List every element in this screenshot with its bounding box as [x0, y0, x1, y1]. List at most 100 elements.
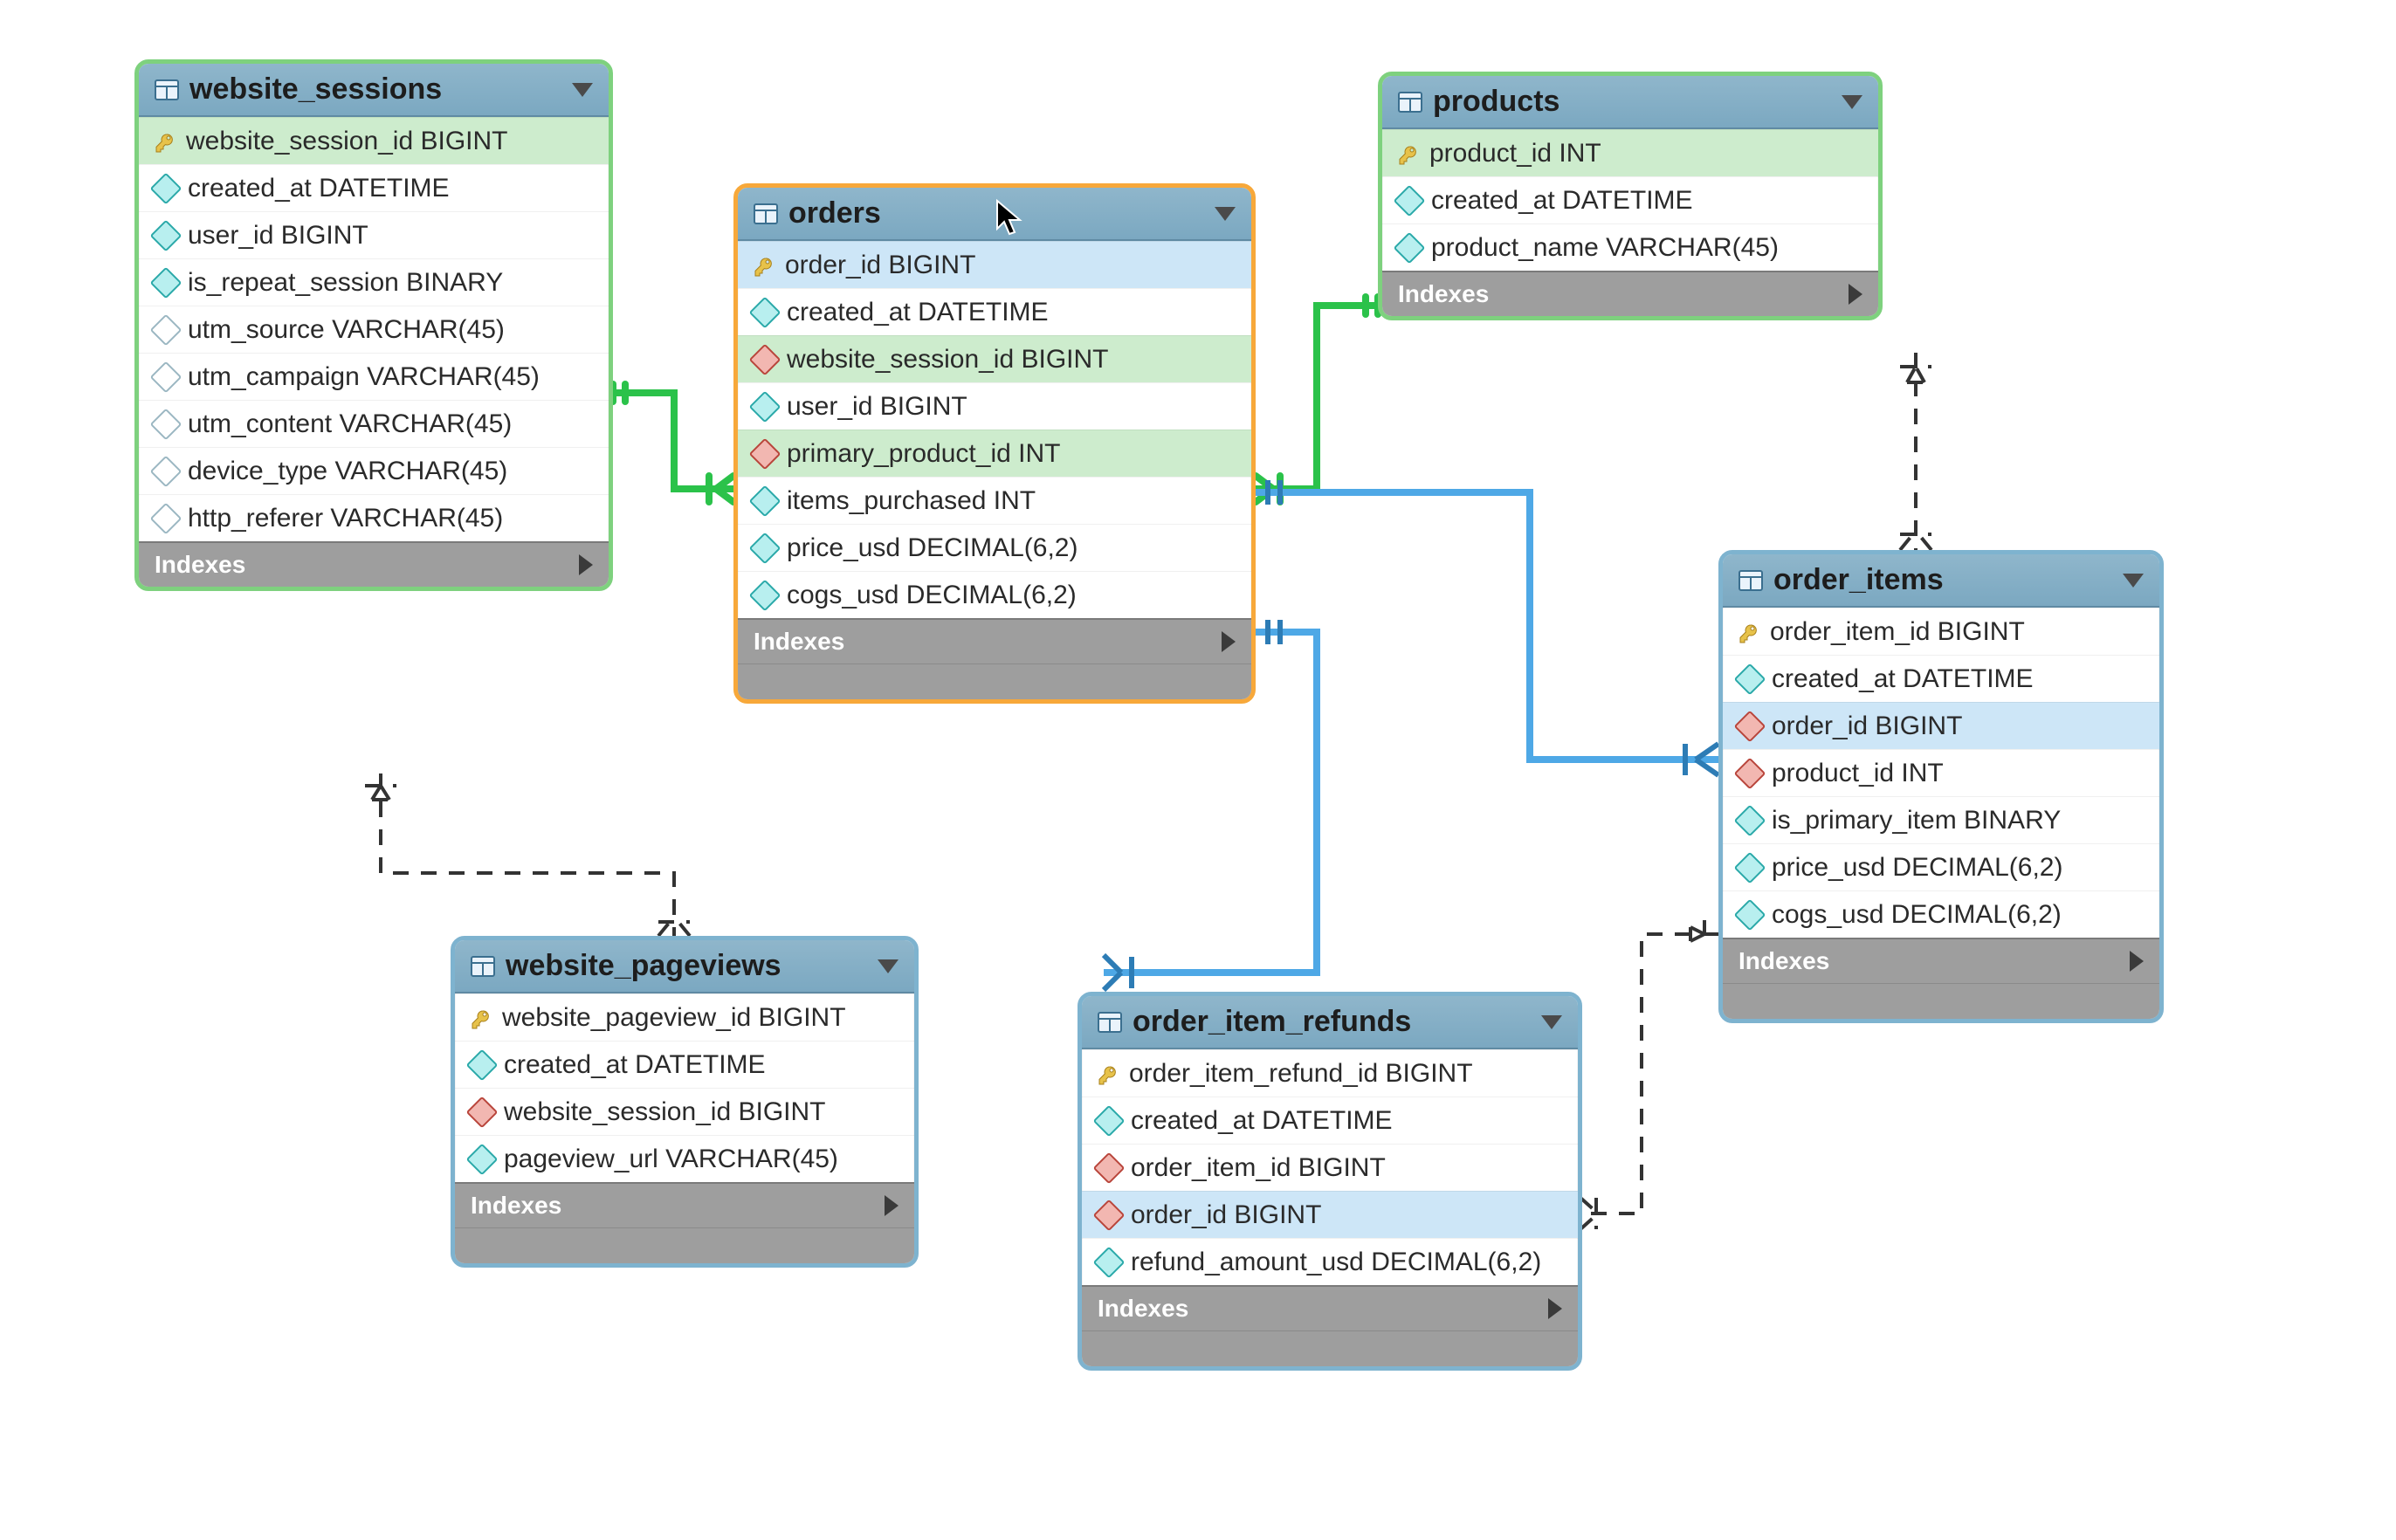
column-row[interactable]: order_item_refund_id BIGINT — [1082, 1049, 1578, 1097]
erd-canvas[interactable]: website_sessions website_session_id BIGI… — [0, 0, 2396, 1540]
columns-list: product_id INT created_at DATETIMEproduct… — [1382, 129, 1878, 271]
entity-website-pageviews[interactable]: website_pageviews website_pageview_id BI… — [451, 936, 919, 1268]
column-row[interactable]: price_usd DECIMAL(6,2) — [738, 524, 1251, 571]
column-row[interactable]: primary_product_id INT — [738, 430, 1251, 477]
indexes-section[interactable]: Indexes — [455, 1182, 914, 1227]
expand-icon[interactable] — [579, 554, 593, 575]
collapse-icon[interactable] — [1842, 95, 1862, 109]
column-row[interactable]: created_at DATETIME — [1723, 655, 2159, 702]
column-row[interactable]: created_at DATETIME — [738, 288, 1251, 335]
column-label: product_id INT — [1772, 759, 1944, 788]
entity-header[interactable]: website_pageviews — [455, 940, 914, 993]
expand-icon[interactable] — [885, 1195, 898, 1216]
entity-footer-pad — [1723, 983, 2159, 1019]
indexes-section[interactable]: Indexes — [1723, 938, 2159, 983]
indexes-label: Indexes — [754, 628, 844, 656]
entity-title: order_items — [1773, 563, 2112, 597]
entity-header[interactable]: orders — [738, 188, 1251, 241]
column-row[interactable]: created_at DATETIME — [455, 1041, 914, 1088]
expand-icon[interactable] — [2130, 951, 2144, 972]
column-row[interactable]: order_item_id BIGINT — [1723, 608, 2159, 655]
column-row[interactable]: order_id BIGINT — [1723, 702, 2159, 749]
entity-website-sessions[interactable]: website_sessions website_session_id BIGI… — [134, 59, 613, 591]
column-row[interactable]: product_id INT — [1382, 129, 1878, 176]
column-row[interactable]: website_session_id BIGINT — [139, 117, 609, 164]
expand-icon[interactable] — [1849, 284, 1862, 305]
column-row[interactable]: order_id BIGINT — [1082, 1191, 1578, 1238]
column-row[interactable]: created_at DATETIME — [1382, 176, 1878, 223]
column-row[interactable]: items_purchased INT — [738, 477, 1251, 524]
indexes-label: Indexes — [1098, 1295, 1188, 1323]
indexes-section[interactable]: Indexes — [1382, 271, 1878, 316]
entity-footer-pad — [455, 1227, 914, 1263]
indexes-section[interactable]: Indexes — [738, 618, 1251, 663]
indexes-section[interactable]: Indexes — [1082, 1285, 1578, 1330]
column-row[interactable]: utm_campaign VARCHAR(45) — [139, 353, 609, 400]
column-row[interactable]: http_referer VARCHAR(45) — [139, 494, 609, 541]
column-label: price_usd DECIMAL(6,2) — [1772, 853, 2062, 883]
column-icon — [150, 266, 182, 299]
entity-products[interactable]: products product_id INT created_at DATETI… — [1378, 72, 1883, 320]
rel-orderitems-refunds — [1580, 934, 1718, 1213]
column-row[interactable]: created_at DATETIME — [1082, 1097, 1578, 1144]
indexes-label: Indexes — [155, 551, 245, 579]
column-row[interactable]: order_id BIGINT — [738, 241, 1251, 288]
table-icon — [754, 203, 778, 224]
entity-order-item-refunds[interactable]: order_item_refunds order_item_refund_id … — [1078, 992, 1582, 1371]
expand-icon[interactable] — [1548, 1298, 1562, 1319]
entity-header[interactable]: products — [1382, 76, 1878, 129]
expand-icon[interactable] — [1222, 631, 1236, 652]
table-icon — [1398, 92, 1422, 113]
column-row[interactable]: cogs_usd DECIMAL(6,2) — [738, 571, 1251, 618]
column-row[interactable]: user_id BIGINT — [139, 211, 609, 258]
column-row[interactable]: refund_amount_usd DECIMAL(6,2) — [1082, 1238, 1578, 1285]
column-row[interactable]: utm_source VARCHAR(45) — [139, 306, 609, 353]
entity-header[interactable]: website_sessions — [139, 64, 609, 117]
entity-title: orders — [788, 196, 1204, 230]
collapse-icon[interactable] — [878, 959, 898, 973]
entity-order-items[interactable]: order_items order_item_id BIGINTcreated_… — [1718, 550, 2164, 1023]
entity-header[interactable]: order_items — [1723, 554, 2159, 608]
table-icon — [471, 956, 495, 977]
rel-orders-orderitems — [1256, 492, 1718, 760]
column-row[interactable]: pageview_url VARCHAR(45) — [455, 1135, 914, 1182]
column-icon — [150, 172, 182, 204]
column-row[interactable]: order_item_id BIGINT — [1082, 1144, 1578, 1191]
collapse-icon[interactable] — [572, 83, 593, 97]
primary-key-icon — [1098, 1063, 1119, 1084]
column-row[interactable]: product_name VARCHAR(45) — [1382, 223, 1878, 271]
entity-title: website_pageviews — [506, 949, 867, 983]
column-label: product_id INT — [1429, 139, 1601, 168]
column-icon — [749, 296, 781, 328]
column-row[interactable]: cogs_usd DECIMAL(6,2) — [1723, 890, 2159, 938]
column-row[interactable]: is_repeat_session BINARY — [139, 258, 609, 306]
column-label: created_at DATETIME — [787, 298, 1049, 327]
indexes-section[interactable]: Indexes — [139, 541, 609, 587]
column-row[interactable]: price_usd DECIMAL(6,2) — [1723, 843, 2159, 890]
collapse-icon[interactable] — [1541, 1015, 1562, 1029]
column-row[interactable]: product_id INT — [1723, 749, 2159, 796]
entity-footer-pad — [1082, 1330, 1578, 1366]
column-label: refund_amount_usd DECIMAL(6,2) — [1131, 1248, 1541, 1277]
column-row[interactable]: website_pageview_id BIGINT — [455, 993, 914, 1041]
columns-list: order_id BIGINT created_at DATETIME websit… — [738, 241, 1251, 618]
collapse-icon[interactable] — [2123, 574, 2144, 588]
column-label: utm_content VARCHAR(45) — [188, 409, 512, 439]
column-row[interactable]: website_session_id BIGINT — [738, 335, 1251, 382]
column-icon — [1734, 663, 1766, 695]
indexes-label: Indexes — [471, 1192, 561, 1220]
column-row[interactable]: created_at DATETIME — [139, 164, 609, 211]
column-row[interactable]: is_primary_item BINARY — [1723, 796, 2159, 843]
column-label: created_at DATETIME — [504, 1050, 766, 1080]
entity-title: products — [1433, 85, 1831, 119]
primary-key-icon — [471, 1007, 492, 1028]
column-row[interactable]: website_session_id BIGINT — [455, 1088, 914, 1135]
collapse-icon[interactable] — [1215, 207, 1236, 221]
primary-key-icon — [754, 255, 775, 276]
entity-orders[interactable]: orders order_id BIGINT created_at DATETIM… — [733, 183, 1256, 704]
entity-header[interactable]: order_item_refunds — [1082, 996, 1578, 1049]
column-row[interactable]: utm_content VARCHAR(45) — [139, 400, 609, 447]
column-row[interactable]: user_id BIGINT — [738, 382, 1251, 430]
column-row[interactable]: device_type VARCHAR(45) — [139, 447, 609, 494]
entity-footer-pad — [738, 663, 1251, 699]
